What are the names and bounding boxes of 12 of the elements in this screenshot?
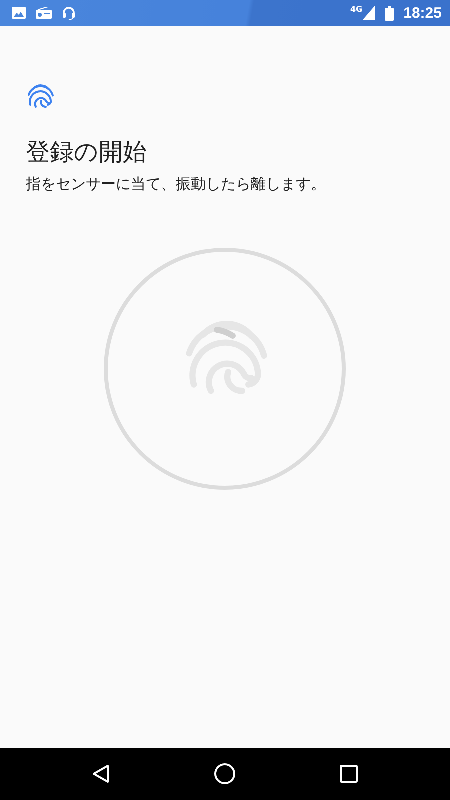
image-icon bbox=[12, 7, 26, 19]
back-icon[interactable] bbox=[92, 764, 110, 784]
home-icon[interactable] bbox=[214, 763, 236, 785]
page-title: 登録の開始 bbox=[26, 137, 148, 168]
signal-icon bbox=[362, 6, 375, 20]
network-type-label: 4G bbox=[350, 6, 363, 14]
recents-icon[interactable] bbox=[340, 765, 358, 783]
battery-icon bbox=[384, 6, 394, 20]
status-time: 18:25 bbox=[404, 4, 442, 22]
headset-icon bbox=[62, 6, 76, 20]
instruction-text: 指をセンサーに当て、振動したら離します。 bbox=[26, 174, 327, 195]
radio-icon bbox=[36, 7, 52, 19]
